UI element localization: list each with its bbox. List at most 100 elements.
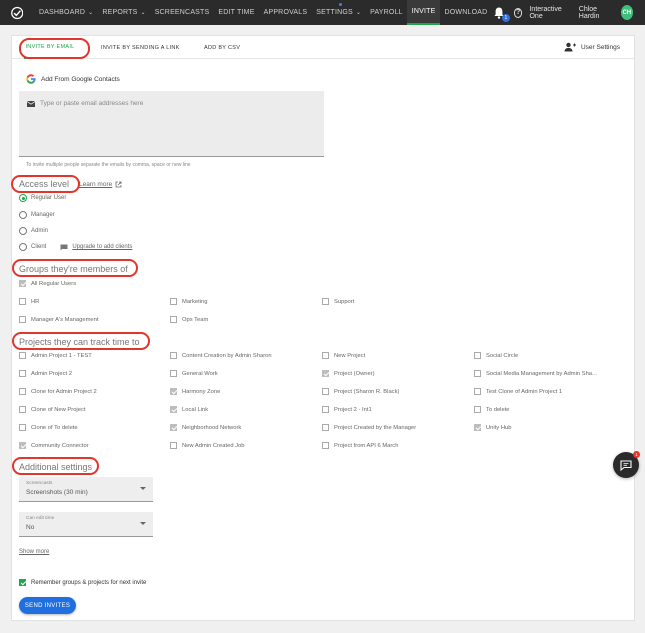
checkbox-unchecked (322, 442, 329, 449)
project-checkbox-new-admin-created-job[interactable]: New Admin Created Job (170, 442, 245, 449)
project-checkbox-new-project[interactable]: New Project (322, 352, 365, 359)
notifications-button[interactable]: 1 (492, 6, 510, 22)
checkbox-unchecked (19, 424, 26, 431)
project-checkbox-neighborhood-network[interactable]: Neighborhood Network (170, 424, 241, 431)
checkbox-checked (322, 370, 329, 377)
radio-manager[interactable]: Manager (19, 211, 55, 219)
project-checkbox-unity-hub[interactable]: Unity Hub (474, 424, 511, 431)
radio-circle (19, 211, 27, 219)
highlight-ring (12, 259, 138, 277)
radio-label: Client (31, 244, 47, 250)
checkbox-unchecked (322, 406, 329, 413)
nav-download[interactable]: DOWNLOAD (440, 0, 492, 25)
checkbox-label: Support (334, 298, 355, 305)
radio-client[interactable]: Client Upgrade to add clients (19, 243, 132, 251)
checkbox-checked (19, 280, 26, 287)
dropdown-arrow-icon (140, 522, 146, 525)
project-checkbox-local-link[interactable]: Local Link (170, 406, 208, 413)
nav-dashboard[interactable]: DASHBOARD ⌄ (34, 0, 97, 25)
group-checkbox-hr[interactable]: HR (19, 298, 39, 305)
nav-payroll[interactable]: PAYROLL (366, 0, 408, 25)
group-checkbox-ops-team[interactable]: Ops Team (170, 316, 208, 323)
chat-badge: 1 (633, 451, 640, 458)
flag-icon (60, 244, 68, 250)
avatar[interactable]: CH (620, 5, 633, 20)
project-checkbox-clone-of-new-project[interactable]: Clone of New Project (19, 406, 85, 413)
user-settings-button[interactable]: User Settings (564, 42, 620, 52)
learn-more-label: Learn more (79, 181, 113, 188)
project-checkbox-project-sharon-r-black[interactable]: Project (Sharon R. Black) (322, 388, 399, 395)
google-contacts-button[interactable]: Add From Google Contacts (26, 74, 120, 84)
screencasts-select[interactable]: Screencasts Screenshots (30 min) (19, 477, 153, 502)
send-invites-button[interactable]: SEND INVITES (19, 597, 76, 614)
nav-settings[interactable]: SETTINGS ⌄ (312, 0, 366, 25)
external-link-icon (115, 181, 122, 188)
project-checkbox-social-media-management-by-admin-sha[interactable]: Social Media Management by Admin Sha... (474, 370, 597, 377)
checkbox-label: Project (Owner) (334, 370, 375, 377)
checkbox-label: HR (31, 298, 40, 305)
checkbox-label: Project (Sharon R. Black) (334, 388, 400, 395)
project-checkbox-admin-project-2[interactable]: Admin Project 2 (19, 370, 72, 377)
nav-edit-time[interactable]: EDIT TIME (214, 0, 259, 25)
checkbox-checked (19, 579, 26, 586)
checkbox-unchecked (19, 406, 26, 413)
checkbox-unchecked (19, 388, 26, 395)
radio-regular-user[interactable]: Regular User (19, 194, 66, 202)
project-checkbox-project-2-int1[interactable]: Project 2 - Int1 (322, 406, 372, 413)
checkbox-label: Project Created by the Manager (334, 424, 417, 431)
project-checkbox-harmony-zone[interactable]: Harmony Zone (170, 388, 220, 395)
remember-checkbox[interactable]: Remember groups & projects for next invi… (19, 579, 146, 586)
project-checkbox-admin-project-1-test[interactable]: Admin Project 1 - TEST (19, 352, 92, 359)
project-checkbox-general-work[interactable]: General Work (170, 370, 218, 377)
dropdown-arrow-icon (140, 487, 146, 490)
group-checkbox-manager-a-s-management[interactable]: Manager A's Management (19, 316, 99, 323)
help-icon[interactable]: ? (513, 7, 523, 18)
show-more-link[interactable]: Show more (19, 549, 49, 555)
project-checkbox-test-clone-of-admin-project-1[interactable]: Test Clone of Admin Project 1 (474, 388, 562, 395)
project-checkbox-project-owner[interactable]: Project (Owner) (322, 370, 375, 377)
upgrade-clients-link[interactable]: Upgrade to add clients (60, 244, 132, 251)
radio-admin[interactable]: Admin (19, 227, 48, 235)
highlight-ring (11, 175, 80, 193)
nav-reports[interactable]: REPORTS ⌄ (98, 0, 150, 25)
edit-time-select[interactable]: Can edit time No (19, 512, 153, 537)
radio-circle (19, 243, 27, 251)
edit-time-value: No (26, 524, 35, 531)
checkbox-unchecked (322, 388, 329, 395)
checkbox-label: Content Creation by Admin Sharon (182, 352, 272, 359)
tab-invite-by-link[interactable]: INVITE BY SENDING A LINK (101, 36, 180, 59)
checkbox-label: Harmony Zone (182, 388, 221, 395)
organization-switcher[interactable]: Interactive One (529, 6, 568, 20)
logo-icon[interactable] (11, 6, 24, 20)
notification-badge: 1 (501, 13, 510, 22)
project-checkbox-clone-for-admin-project-2[interactable]: Clone for Admin Project 2 (19, 388, 97, 395)
nav-approvals[interactable]: APPROVALS (259, 0, 312, 25)
checkbox-checked (474, 424, 481, 431)
learn-more-link[interactable]: Learn more (79, 181, 122, 188)
chat-button[interactable]: 1 (613, 451, 640, 478)
invite-tabs: INVITE BY EMAIL INVITE BY SENDING A LINK… (12, 36, 634, 59)
checkbox-label: Clone for Admin Project 2 (31, 388, 97, 395)
nav-label: REPORTS (102, 9, 138, 16)
user-name[interactable]: Chloe Hardin (579, 6, 613, 20)
group-checkbox-marketing[interactable]: Marketing (170, 298, 207, 305)
project-checkbox-social-circle[interactable]: Social Circle (474, 352, 518, 359)
project-checkbox-to-delete[interactable]: To delete (474, 406, 510, 413)
project-checkbox-project-created-by-the-manager[interactable]: Project Created by the Manager (322, 424, 416, 431)
project-checkbox-clone-of-to-delete[interactable]: Clone of To delete (19, 424, 78, 431)
group-checkbox-support[interactable]: Support (322, 298, 354, 305)
project-checkbox-content-creation-by-admin-sharon[interactable]: Content Creation by Admin Sharon (170, 352, 272, 359)
tab-add-by-csv[interactable]: ADD BY CSV (204, 36, 240, 59)
group-checkbox-all-regular-users[interactable]: All Regular Users (19, 280, 76, 287)
checkbox-unchecked (170, 316, 177, 323)
nav-invite[interactable]: INVITE (407, 0, 441, 25)
project-checkbox-project-from-api-6-march[interactable]: Project from API 6 March (322, 442, 398, 449)
project-checkbox-community-connector[interactable]: Community Connector (19, 442, 89, 449)
email-input[interactable]: Type or paste email addresses here (19, 91, 324, 157)
checkbox-label: Social Media Management by Admin Sha... (486, 370, 597, 377)
nav-screencasts[interactable]: SCREENCASTS (150, 0, 214, 25)
nav-label: APPROVALS (263, 9, 308, 16)
checkbox-label: Test Clone of Admin Project 1 (486, 388, 563, 395)
checkbox-unchecked (19, 370, 26, 377)
checkbox-label: To delete (486, 406, 510, 413)
